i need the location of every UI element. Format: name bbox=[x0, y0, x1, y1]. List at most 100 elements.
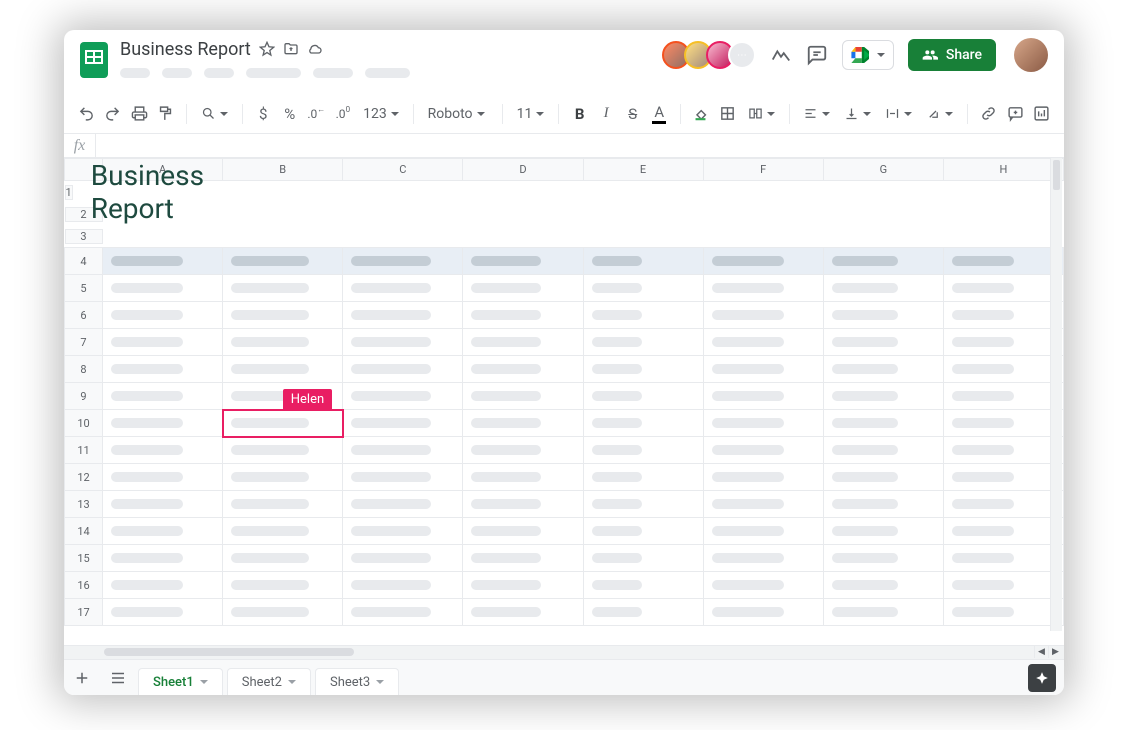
cell[interactable] bbox=[103, 572, 223, 599]
menu-item[interactable] bbox=[313, 68, 353, 78]
cell[interactable] bbox=[103, 248, 223, 275]
move-to-folder-icon[interactable] bbox=[283, 41, 299, 57]
row-header[interactable]: 1 bbox=[65, 185, 73, 200]
share-button[interactable]: Share bbox=[908, 39, 996, 71]
cell[interactable] bbox=[703, 572, 823, 599]
cell[interactable] bbox=[823, 491, 943, 518]
cell[interactable] bbox=[463, 491, 583, 518]
cell[interactable] bbox=[463, 437, 583, 464]
column-header[interactable]: C bbox=[343, 159, 463, 181]
cell[interactable] bbox=[703, 248, 823, 275]
cell[interactable] bbox=[103, 410, 223, 437]
cell[interactable] bbox=[583, 464, 703, 491]
cell[interactable] bbox=[823, 518, 943, 545]
text-color-button[interactable]: A bbox=[647, 100, 672, 128]
cell[interactable] bbox=[943, 329, 1063, 356]
cell[interactable] bbox=[103, 545, 223, 572]
cell[interactable] bbox=[583, 329, 703, 356]
vertical-align-button[interactable] bbox=[838, 100, 877, 128]
cell[interactable] bbox=[463, 518, 583, 545]
cell[interactable] bbox=[943, 275, 1063, 302]
cell[interactable] bbox=[943, 437, 1063, 464]
cell[interactable] bbox=[223, 329, 343, 356]
cell[interactable] bbox=[343, 383, 463, 410]
cell[interactable] bbox=[823, 329, 943, 356]
cell[interactable] bbox=[343, 437, 463, 464]
scroll-right-button[interactable]: ▶ bbox=[1048, 646, 1062, 658]
strikethrough-button[interactable]: S bbox=[620, 100, 645, 128]
cell[interactable] bbox=[583, 599, 703, 626]
cell[interactable] bbox=[943, 599, 1063, 626]
fx-icon[interactable]: fx bbox=[64, 134, 96, 157]
percent-button[interactable]: % bbox=[277, 100, 302, 128]
cell[interactable] bbox=[703, 464, 823, 491]
cell[interactable] bbox=[223, 437, 343, 464]
scroll-left-button[interactable]: ◀ bbox=[1034, 646, 1048, 658]
cell[interactable] bbox=[823, 275, 943, 302]
horizontal-scrollbar[interactable]: ◀ ▶ bbox=[64, 645, 1064, 659]
cell[interactable] bbox=[943, 383, 1063, 410]
cell[interactable] bbox=[943, 410, 1063, 437]
cell[interactable] bbox=[463, 599, 583, 626]
sheet-tab[interactable]: Sheet2 bbox=[227, 668, 311, 696]
cell[interactable] bbox=[943, 545, 1063, 572]
cell[interactable] bbox=[103, 518, 223, 545]
column-header[interactable]: H bbox=[943, 159, 1063, 181]
cell[interactable] bbox=[223, 248, 343, 275]
cell[interactable] bbox=[703, 437, 823, 464]
cell[interactable] bbox=[463, 302, 583, 329]
cell[interactable] bbox=[463, 545, 583, 572]
formula-input[interactable] bbox=[96, 134, 1064, 157]
cell[interactable] bbox=[343, 464, 463, 491]
cell[interactable] bbox=[703, 599, 823, 626]
cell[interactable] bbox=[343, 572, 463, 599]
cell[interactable] bbox=[463, 329, 583, 356]
cell[interactable] bbox=[103, 491, 223, 518]
cell[interactable] bbox=[343, 491, 463, 518]
cell[interactable] bbox=[103, 599, 223, 626]
cell[interactable] bbox=[703, 275, 823, 302]
cell[interactable] bbox=[463, 275, 583, 302]
cell[interactable] bbox=[823, 383, 943, 410]
row-header[interactable]: 12 bbox=[65, 464, 103, 491]
cell[interactable] bbox=[223, 356, 343, 383]
cell[interactable] bbox=[823, 356, 943, 383]
cell[interactable] bbox=[823, 545, 943, 572]
cell[interactable] bbox=[343, 302, 463, 329]
column-header[interactable]: G bbox=[823, 159, 943, 181]
avatar-overflow[interactable]: ⋯ bbox=[728, 41, 756, 69]
menu-item[interactable] bbox=[365, 68, 410, 78]
bold-button[interactable]: B bbox=[567, 100, 592, 128]
cell[interactable] bbox=[823, 572, 943, 599]
cell[interactable] bbox=[703, 410, 823, 437]
cell[interactable] bbox=[223, 464, 343, 491]
cell[interactable] bbox=[343, 329, 463, 356]
cell[interactable] bbox=[943, 356, 1063, 383]
row-header[interactable]: 11 bbox=[65, 437, 103, 464]
grid[interactable]: ABCDEFGH1Business Report2345678910111213… bbox=[64, 158, 1064, 645]
explore-button[interactable] bbox=[1028, 664, 1056, 692]
row-header[interactable]: 17 bbox=[65, 599, 103, 626]
sheets-logo[interactable] bbox=[80, 42, 108, 78]
cell[interactable] bbox=[583, 491, 703, 518]
cell[interactable] bbox=[583, 545, 703, 572]
cell[interactable] bbox=[703, 356, 823, 383]
meet-button[interactable] bbox=[842, 40, 894, 70]
menu-item[interactable] bbox=[204, 68, 234, 78]
comments-icon[interactable] bbox=[806, 44, 828, 66]
cell[interactable] bbox=[223, 491, 343, 518]
redo-button[interactable] bbox=[101, 100, 126, 128]
insert-link-button[interactable] bbox=[976, 100, 1001, 128]
cell[interactable] bbox=[943, 464, 1063, 491]
cell[interactable] bbox=[583, 248, 703, 275]
cell[interactable] bbox=[703, 491, 823, 518]
account-avatar[interactable] bbox=[1014, 38, 1048, 72]
insert-comment-button[interactable] bbox=[1003, 100, 1028, 128]
cell[interactable] bbox=[463, 383, 583, 410]
cell[interactable] bbox=[463, 410, 583, 437]
cell[interactable] bbox=[823, 248, 943, 275]
column-header[interactable]: D bbox=[463, 159, 583, 181]
cell[interactable] bbox=[103, 275, 223, 302]
cell[interactable] bbox=[103, 356, 223, 383]
cell[interactable] bbox=[823, 410, 943, 437]
